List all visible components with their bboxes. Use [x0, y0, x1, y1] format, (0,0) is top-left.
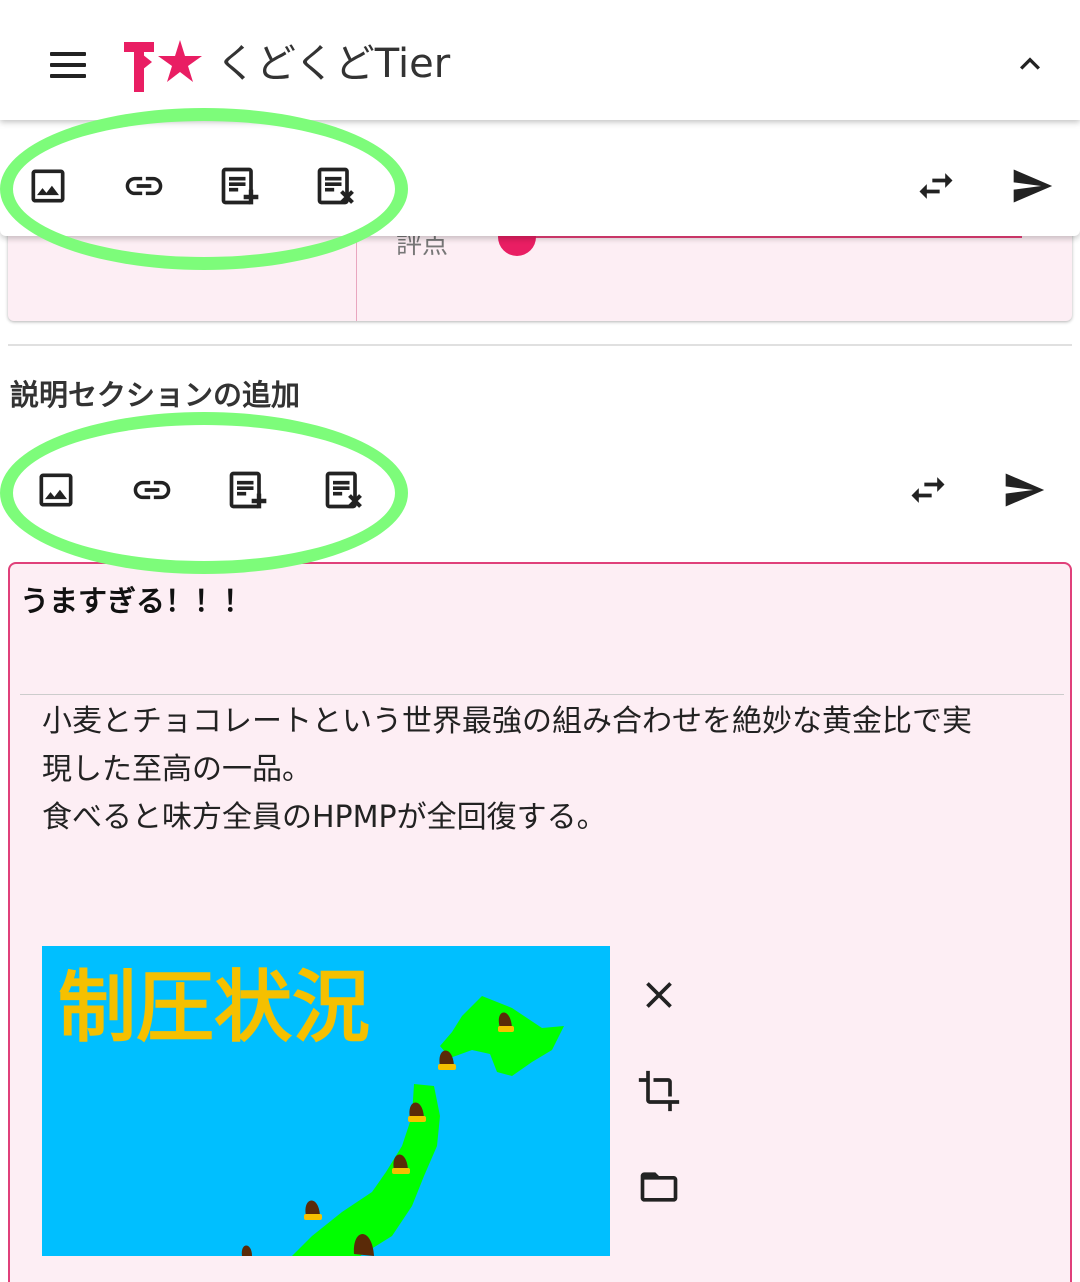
playlist-add-icon[interactable] — [212, 158, 268, 214]
description-editor[interactable]: うますぎる！！！ 小麦とチョコレートという世界最強の組み合わせを絶妙な黄金比で実… — [8, 562, 1072, 1282]
body-line: 小麦とチョコレートという世界最強の組み合わせを絶妙な黄金比で実 — [42, 704, 972, 739]
link-icon[interactable] — [116, 158, 172, 214]
body-line: 食べると味方全員のHPMPが全回復する。 — [42, 800, 607, 835]
app-bar: くどくどTier — [0, 0, 1080, 120]
swap-horiz-icon[interactable] — [900, 462, 956, 518]
editor-title[interactable]: うますぎる！！！ — [20, 578, 252, 620]
playlist-add-icon[interactable] — [220, 462, 276, 518]
app-title: くどくどTier — [216, 41, 451, 87]
editor-body[interactable]: 小麦とチョコレートという世界最強の組み合わせを絶妙な黄金比で実 現した至高の一品… — [42, 698, 1052, 842]
map-illustration: 制圧状況 — [42, 946, 610, 1256]
send-icon[interactable] — [1004, 158, 1060, 214]
crop-icon[interactable] — [632, 1064, 686, 1118]
send-icon[interactable] — [996, 462, 1052, 518]
section-divider — [8, 344, 1072, 346]
section-heading: 説明セクションの追加 — [10, 378, 301, 412]
app-logo — [124, 40, 202, 92]
image-caption: 制圧状況 — [58, 963, 370, 1053]
link-icon[interactable] — [124, 462, 180, 518]
menu-icon[interactable] — [50, 52, 86, 78]
image-icon[interactable] — [20, 158, 76, 214]
image-icon[interactable] — [28, 462, 84, 518]
playlist-remove-icon[interactable] — [308, 158, 364, 214]
description-toolbar — [0, 434, 1080, 550]
body-line: 現した至高の一品。 — [42, 752, 312, 787]
chevron-up-icon[interactable] — [1010, 44, 1050, 84]
swap-horiz-icon[interactable] — [908, 158, 964, 214]
close-icon[interactable] — [632, 968, 686, 1022]
embedded-image[interactable]: 制圧状況 — [42, 946, 610, 1256]
folder-open-icon[interactable] — [632, 1160, 686, 1214]
title-underline — [20, 694, 1064, 695]
floating-editor-toolbar — [0, 120, 1080, 236]
playlist-remove-icon[interactable] — [316, 462, 372, 518]
